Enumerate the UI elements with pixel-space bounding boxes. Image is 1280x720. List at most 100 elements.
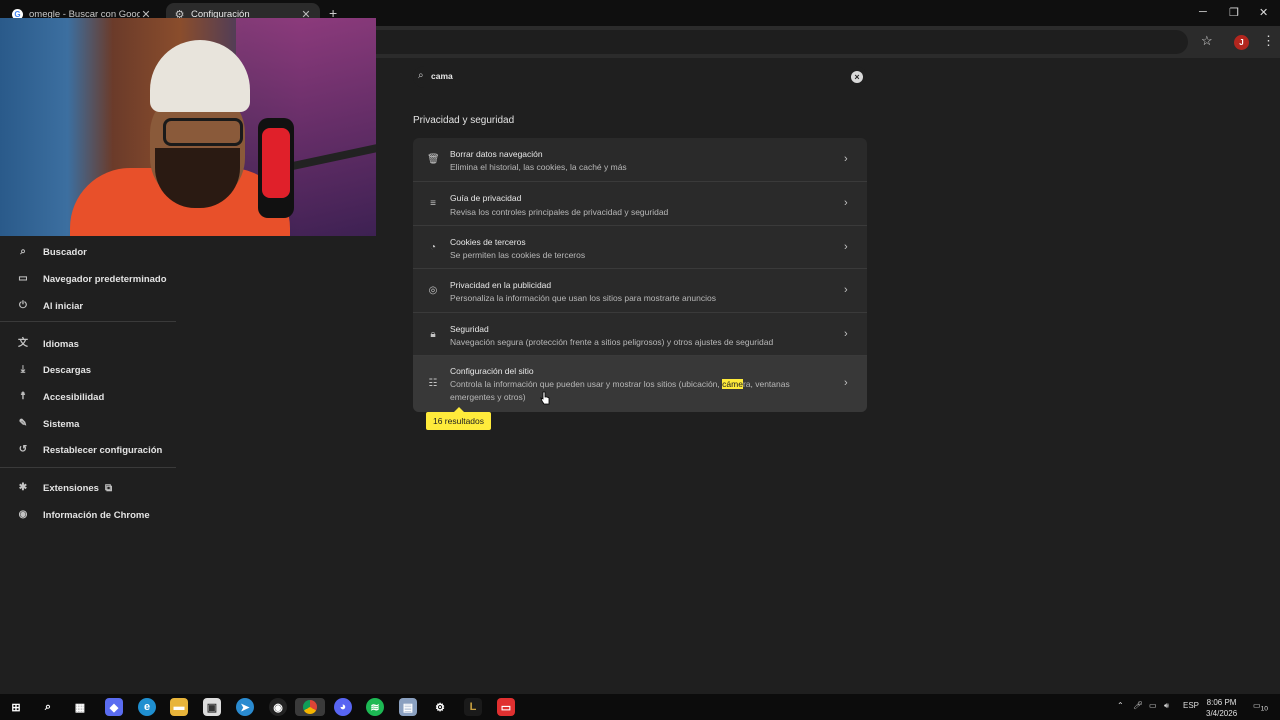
- guide-icon: ≡: [430, 198, 436, 209]
- divider: [0, 467, 176, 468]
- chevron-up-icon[interactable]: ⌃: [1117, 701, 1124, 710]
- row-title: Seguridad: [450, 324, 489, 334]
- profile-avatar[interactable]: J: [1234, 35, 1249, 50]
- row-subtitle: Navegación segura (protección frente a s…: [450, 337, 774, 347]
- search-input[interactable]: cama: [431, 71, 453, 81]
- notification-count: 10: [1260, 705, 1268, 713]
- copilot-icon[interactable]: ◆: [105, 698, 123, 716]
- row-title: Privacidad en la publicidad: [450, 280, 552, 290]
- task-view-icon[interactable]: ▦: [71, 698, 89, 716]
- search-icon[interactable]: ⌕: [39, 698, 57, 716]
- minimize-button[interactable]: ─: [1199, 6, 1207, 18]
- row-title: Borrar datos navegación: [450, 149, 543, 159]
- volume-icon[interactable]: 🔊︎: [1164, 701, 1169, 711]
- row-guia-privacidad[interactable]: ≡ Guía de privacidad Revisa los controle…: [413, 181, 867, 225]
- search-icon: ⌕: [418, 70, 424, 81]
- reset-icon: ↺: [18, 444, 28, 455]
- row-subtitle: Controla la información que pueden usar …: [450, 379, 790, 402]
- search-icon: ⌕: [20, 246, 26, 257]
- sidebar-item-label: Información de Chrome: [43, 509, 150, 521]
- chevron-right-icon: ›: [844, 153, 848, 165]
- sidebar-item-label: Sistema: [43, 418, 80, 430]
- language-indicator[interactable]: ESP: [1183, 701, 1199, 710]
- sidebar-item-label: Idiomas: [43, 338, 79, 350]
- row-seguridad[interactable]: 🔒︎ Seguridad Navegación segura (protecci…: [413, 312, 867, 355]
- privacy-settings-card: 🗑 Borrar datos navegación Elimina el his…: [413, 138, 867, 412]
- sidebar-item-sistema[interactable]: ✎ Sistema: [0, 411, 176, 437]
- results-count-badge: 16 resultados: [426, 407, 491, 430]
- restore-button[interactable]: ❐: [1229, 6, 1239, 19]
- sidebar-item-informacion[interactable]: ◉ Información de Chrome: [0, 502, 176, 528]
- app-red-icon[interactable]: ▭: [497, 698, 515, 716]
- store-icon[interactable]: ▣: [203, 698, 221, 716]
- file-explorer-icon[interactable]: ▬: [170, 698, 188, 716]
- edge-icon[interactable]: e: [138, 698, 156, 716]
- sidebar-item-extensiones[interactable]: ✱ Extensiones ⧉: [0, 475, 176, 501]
- clock-date: 3/4/2026: [1206, 709, 1238, 718]
- row-borrar-datos[interactable]: 🗑 Borrar datos navegación Elimina el his…: [413, 138, 867, 181]
- league-icon[interactable]: L: [464, 698, 482, 716]
- chevron-right-icon: ›: [844, 241, 848, 253]
- clear-search-icon[interactable]: ×: [851, 71, 863, 83]
- bookmark-star-icon[interactable]: ☆: [1201, 33, 1213, 49]
- sidebar-item-navegador[interactable]: ▭ Navegador predeterminado: [0, 266, 176, 292]
- chrome-icon[interactable]: [295, 698, 325, 716]
- puzzle-icon: ✱: [18, 482, 28, 493]
- address-bar[interactable]: [300, 30, 1188, 54]
- row-configuracion-sitio[interactable]: ☷ Configuración del sitio Controla la in…: [413, 355, 867, 412]
- row-cookies[interactable]: ◔ Cookies de terceros Se permiten las co…: [413, 225, 867, 268]
- browser-icon: ▭: [18, 273, 28, 284]
- discord-icon[interactable]: ◕: [334, 698, 352, 716]
- webcam-overlay: [0, 18, 376, 236]
- sidebar-item-descargas[interactable]: ⤓ Descargas: [0, 357, 176, 383]
- sidebar-item-label: Extensiones ⧉: [43, 482, 113, 494]
- menu-icon[interactable]: ⋮: [1262, 33, 1275, 49]
- ad-privacy-icon: ◎: [428, 285, 438, 296]
- row-title: Guía de privacidad: [450, 193, 522, 203]
- chevron-right-icon: ›: [844, 328, 848, 340]
- accessibility-icon: ☨: [20, 391, 26, 402]
- row-title: Configuración del sitio: [450, 366, 534, 376]
- translate-icon: 文: [18, 338, 28, 349]
- chrome-icon: ◉: [18, 509, 28, 520]
- sidebar-item-al-iniciar[interactable]: ⏻ Al iniciar: [0, 293, 176, 319]
- notification-icon[interactable]: ▭10: [1253, 701, 1268, 713]
- app-icon[interactable]: ▤: [399, 698, 417, 716]
- sidebar-item-idiomas[interactable]: 文 Idiomas: [0, 331, 176, 357]
- network-icon[interactable]: ▭: [1149, 701, 1157, 710]
- power-icon: ⏻: [19, 300, 27, 311]
- telegram-icon[interactable]: ➤: [236, 698, 254, 716]
- row-publicidad[interactable]: ◎ Privacidad en la publicidad Personaliz…: [413, 268, 867, 312]
- clock[interactable]: 8:06 PM 3/4/2026: [1206, 697, 1237, 719]
- chevron-right-icon: ›: [844, 284, 848, 296]
- trash-icon: 🗑: [427, 154, 440, 165]
- settings-icon[interactable]: ⚙: [431, 698, 449, 716]
- windows-taskbar: ⊞ ⌕ ▦ ◆ e ▬ ▣ ➤ ◉ ◕ ≋ ▤ ⚙ L ▭ ⌃ 🎤︎ ▭ 🔊︎ …: [0, 694, 1280, 720]
- obs-icon[interactable]: ◉: [269, 698, 287, 716]
- hand-cursor-icon: [540, 391, 550, 405]
- sidebar-item-buscador[interactable]: ⌕ Buscador: [0, 239, 176, 265]
- section-title: Privacidad y seguridad: [413, 115, 515, 126]
- divider: [0, 321, 176, 322]
- spotify-icon[interactable]: ≋: [366, 698, 384, 716]
- close-window-button[interactable]: ✕: [1259, 6, 1268, 19]
- download-icon: ⤓: [20, 364, 26, 375]
- chevron-right-icon: ›: [844, 377, 848, 389]
- wrench-icon: ✎: [18, 418, 28, 429]
- cookie-icon: ◔: [429, 242, 437, 253]
- settings-search-field[interactable]: ⌕ cama ×: [413, 66, 867, 88]
- microphone-icon[interactable]: 🎤︎: [1133, 701, 1143, 710]
- sidebar-item-label: Buscador: [43, 246, 87, 258]
- sidebar-item-label: Descargas: [43, 364, 92, 376]
- sidebar-item-accesibilidad[interactable]: ☨ Accesibilidad: [0, 384, 176, 410]
- clock-time: 8:06 PM: [1206, 698, 1237, 707]
- sidebar-item-label: Restablecer configuración: [43, 444, 163, 456]
- windows-icon[interactable]: ⊞: [7, 698, 25, 716]
- sidebar-item-label: Navegador predeterminado: [43, 273, 167, 285]
- row-title: Cookies de terceros: [450, 237, 526, 247]
- sidebar-item-restablecer[interactable]: ↺ Restablecer configuración: [0, 437, 176, 463]
- sidebar-item-label: Al iniciar: [43, 300, 84, 312]
- lock-icon: 🔒︎: [430, 329, 436, 340]
- search-highlight: cáme: [722, 379, 743, 389]
- chevron-right-icon: ›: [844, 197, 848, 209]
